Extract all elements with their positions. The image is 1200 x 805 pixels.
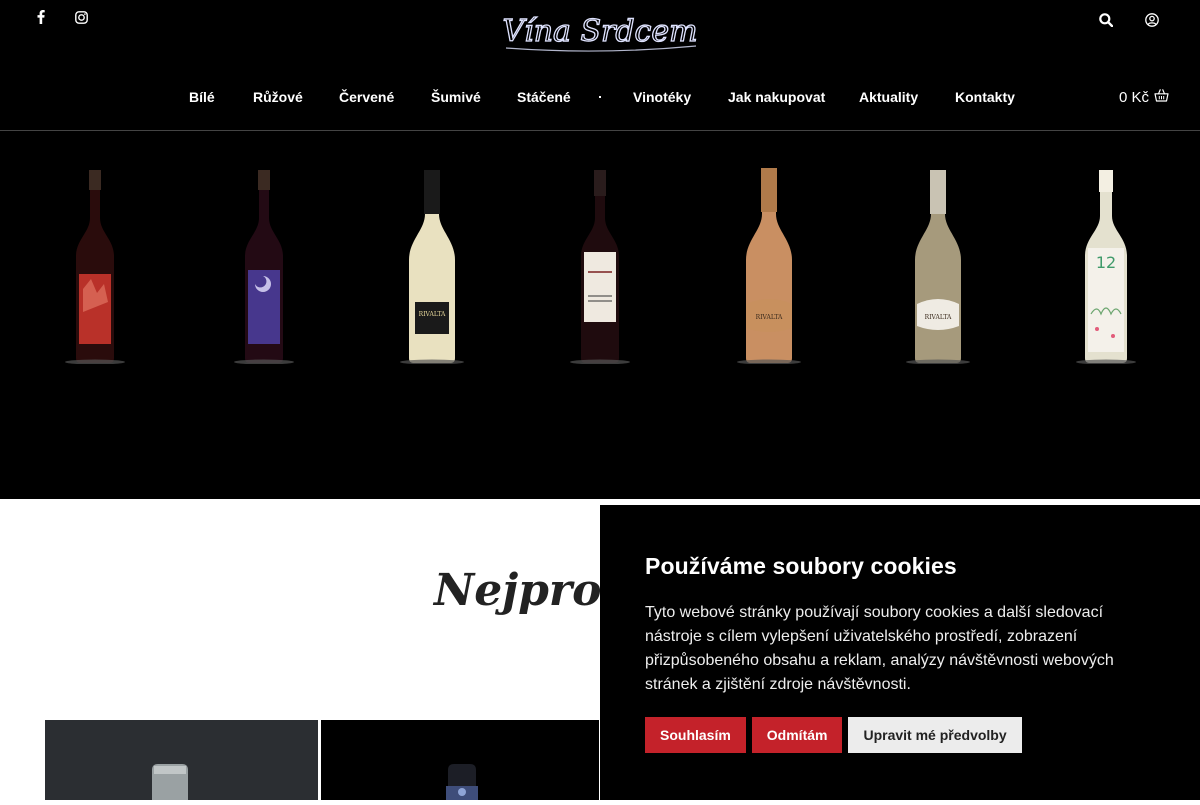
cookie-buttons: Souhlasím Odmítám Upravit mé předvolby bbox=[645, 717, 1155, 753]
product-card[interactable] bbox=[321, 720, 599, 800]
nav-item-cervene[interactable]: Červené bbox=[339, 89, 394, 105]
cart-total: 0 Kč bbox=[1118, 89, 1149, 106]
hero-bottle-carousel: RIVALTA RIVALTA RIVALTA 12 bbox=[0, 131, 1200, 499]
nav-item-kontakty[interactable]: Kontakty bbox=[955, 89, 1015, 105]
bottle-rivalta-white[interactable]: RIVALTA bbox=[387, 164, 477, 364]
nav-item-jak-nakupovat[interactable]: Jak nakupovat bbox=[728, 89, 825, 105]
cart-button[interactable]: 0 Kč bbox=[1119, 89, 1169, 106]
svg-text:RIVALTA: RIVALTA bbox=[925, 314, 952, 321]
nav-item-aktuality[interactable]: Aktuality bbox=[859, 89, 918, 105]
cookie-preferences-button[interactable]: Upravit mé předvolby bbox=[848, 717, 1022, 753]
svg-text:12: 12 bbox=[1096, 253, 1116, 272]
search-icon[interactable] bbox=[1098, 12, 1114, 28]
header-actions bbox=[1098, 12, 1160, 28]
site-header: Vína Srdcem Bílé Růžové Červené Šumivé S… bbox=[0, 0, 1200, 131]
logo-text: Vína Srdcem bbox=[502, 14, 697, 49]
nav-separator-dot bbox=[599, 96, 601, 98]
svg-text:RIVALTA: RIVALTA bbox=[756, 314, 783, 321]
bottle-rivalta-rose[interactable]: RIVALTA bbox=[724, 164, 814, 364]
bottle-blue-label[interactable] bbox=[219, 164, 309, 364]
main-navigation: Bílé Růžové Červené Šumivé Stáčené Vinot… bbox=[0, 89, 1200, 107]
cookie-title: Používáme soubory cookies bbox=[645, 553, 957, 579]
bottle-rivalta-brut[interactable]: RIVALTA bbox=[893, 164, 983, 364]
cookie-text: Tyto webové stránky používají soubory co… bbox=[645, 604, 1114, 693]
social-links bbox=[34, 9, 88, 25]
reject-cookies-button[interactable]: Odmítám bbox=[751, 717, 843, 753]
facebook-icon[interactable] bbox=[34, 9, 48, 25]
svg-text:RIVALTA: RIVALTA bbox=[419, 311, 446, 318]
basket-icon bbox=[1154, 89, 1169, 106]
site-logo[interactable]: Vína Srdcem bbox=[496, 8, 704, 56]
nav-item-sumive[interactable]: Šumivé bbox=[431, 89, 481, 105]
instagram-icon[interactable] bbox=[74, 9, 88, 25]
nav-item-stacene[interactable]: Stáčené bbox=[517, 89, 571, 105]
nav-item-vinoteky[interactable]: Vinotéky bbox=[633, 89, 691, 105]
nav-item-bile[interactable]: Bílé bbox=[189, 89, 215, 105]
bottle-floral-white[interactable]: 12 bbox=[1061, 164, 1151, 364]
cookie-consent-banner: Používáme soubory cookies Tyto webové st… bbox=[600, 505, 1200, 800]
bottle-red-label[interactable] bbox=[50, 164, 140, 364]
product-card[interactable] bbox=[40, 720, 318, 800]
accept-cookies-button[interactable]: Souhlasím bbox=[645, 717, 746, 753]
nav-item-ruzove[interactable]: Růžové bbox=[253, 89, 303, 105]
account-icon[interactable] bbox=[1144, 12, 1160, 28]
bottle-primitivo[interactable] bbox=[555, 164, 645, 364]
